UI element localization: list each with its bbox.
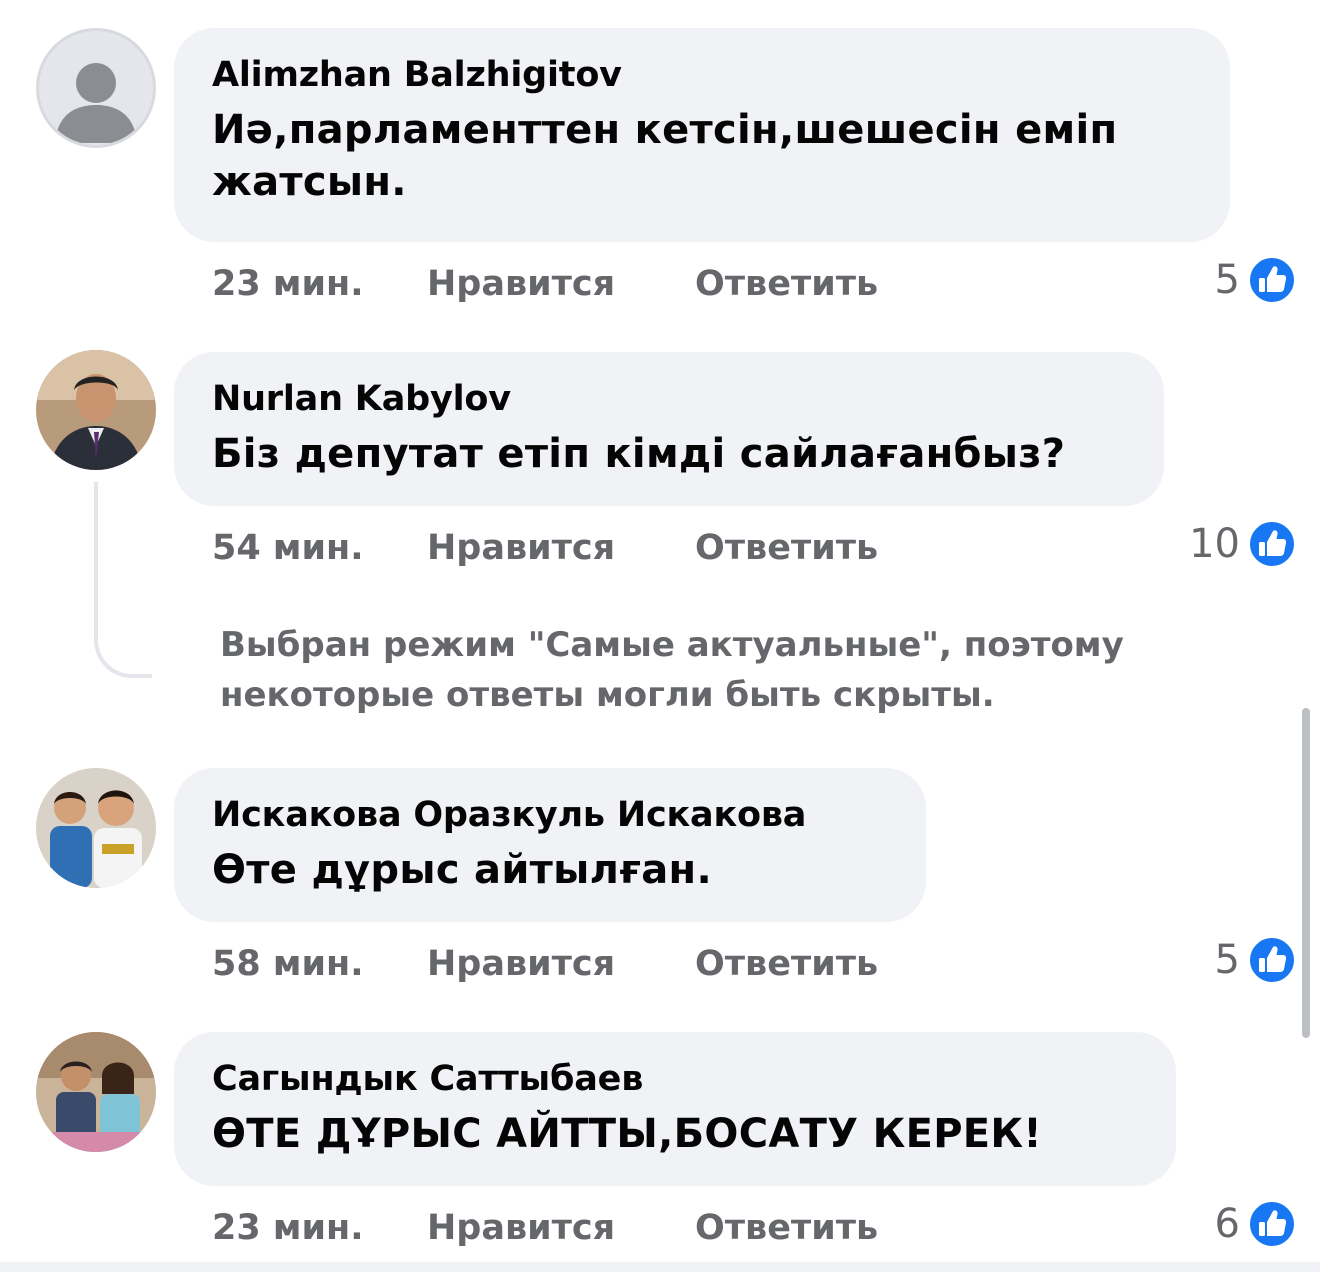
comment-actions: 23 мин. Нравится Ответить (212, 1206, 878, 1250)
comment-actions: 58 мин. Нравится Ответить (212, 942, 878, 986)
like-button[interactable]: Нравится (427, 944, 695, 984)
comment-timestamp[interactable]: 23 мин. (212, 264, 427, 304)
avatar[interactable] (36, 1032, 156, 1152)
reaction-count: 5 (1214, 257, 1240, 303)
comment-author[interactable]: Alimzhan Balzhigitov (212, 54, 1192, 96)
profile-photo-icon (36, 350, 156, 470)
comment-bubble: Сагындык Саттыбаев ӨТЕ ДҰРЫС АЙТТЫ,БОСАТ… (174, 1032, 1176, 1186)
reaction-summary[interactable]: 6 (1215, 1198, 1296, 1250)
reaction-count: 6 (1214, 1201, 1240, 1247)
thumbs-up-icon (1248, 1200, 1296, 1248)
avatar[interactable] (36, 768, 156, 888)
reaction-summary[interactable]: 5 (1215, 254, 1296, 306)
reply-button[interactable]: Ответить (695, 944, 878, 984)
comment-author[interactable]: Сагындык Саттыбаев (212, 1058, 1138, 1100)
comment-author[interactable]: Nurlan Kabylov (212, 378, 1126, 420)
like-button[interactable]: Нравится (427, 264, 695, 304)
scrollbar-thumb[interactable] (1302, 708, 1310, 1038)
comment-text: Иә,парламенттен кетсін,шешесін еміп жатс… (212, 107, 1118, 205)
thumbs-up-icon (1248, 256, 1296, 304)
comment-actions: 23 мин. Нравится Ответить (212, 262, 878, 306)
comment-timestamp[interactable]: 23 мин. (212, 1208, 427, 1248)
reaction-count: 10 (1189, 521, 1240, 567)
comment-author[interactable]: Искакова Оразкуль Искакова (212, 794, 888, 836)
reply-button[interactable]: Ответить (695, 264, 878, 304)
avatar[interactable] (36, 350, 156, 470)
comment-bubble: Искакова Оразкуль Искакова Өте дұрыс айт… (174, 768, 926, 922)
hidden-replies-notice: Выбран режим "Самые актуальные", поэтому… (220, 625, 1124, 715)
profile-photo-icon (36, 1032, 156, 1152)
comment-text: ӨТЕ ДҰРЫС АЙТТЫ,БОСАТУ КЕРЕК! (212, 1111, 1042, 1157)
comment-timestamp[interactable]: 58 мин. (212, 944, 427, 984)
comment-bubble: Nurlan Kabylov Біз депутат етіп кімді са… (174, 352, 1164, 506)
like-button[interactable]: Нравится (427, 1208, 695, 1248)
reaction-summary[interactable]: 5 (1215, 934, 1296, 986)
comment-text: Біз депутат етіп кімді сайлағанбыз? (212, 431, 1066, 477)
comment-bubble: Alimzhan Balzhigitov Иә,парламенттен кет… (174, 28, 1230, 242)
comment-actions: 54 мин. Нравится Ответить (212, 526, 878, 570)
comment-timestamp[interactable]: 54 мин. (212, 528, 427, 568)
thumbs-up-icon (1248, 520, 1296, 568)
bottom-divider (0, 1262, 1320, 1272)
profile-photo-icon (36, 768, 156, 888)
reaction-summary[interactable]: 10 (1189, 518, 1296, 570)
avatar[interactable] (36, 28, 156, 148)
reply-button[interactable]: Ответить (695, 1208, 878, 1248)
reply-thread-line (94, 482, 152, 678)
reaction-count: 5 (1214, 937, 1240, 983)
like-button[interactable]: Нравится (427, 528, 695, 568)
comment-text: Өте дұрыс айтылған. (212, 847, 712, 893)
default-profile-icon (55, 63, 137, 143)
reply-button[interactable]: Ответить (695, 528, 878, 568)
thumbs-up-icon (1248, 936, 1296, 984)
